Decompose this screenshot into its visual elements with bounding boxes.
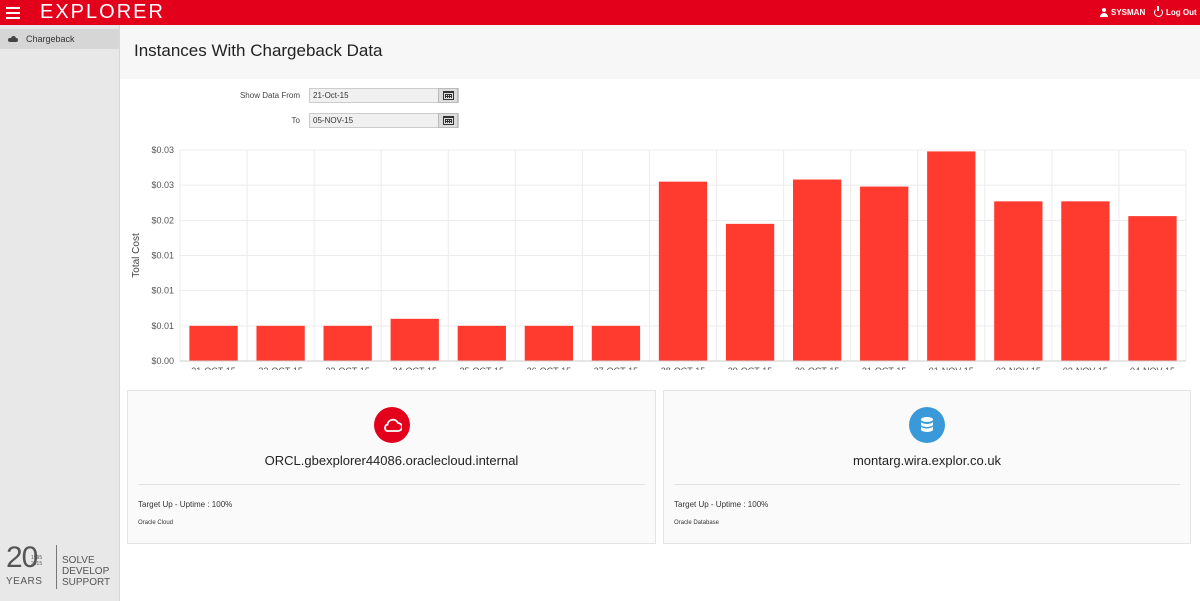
cloud-icon — [374, 407, 410, 443]
from-label: Show Data From — [239, 91, 300, 100]
y-axis-label: Total Cost — [131, 233, 142, 278]
page-title: Instances With Chargeback Data — [134, 41, 383, 60]
chart-bar — [1061, 201, 1110, 361]
x-tick-label: 03-NOV-15 — [1063, 366, 1108, 370]
calendar-icon — [442, 116, 454, 125]
to-calendar-button[interactable] — [438, 113, 458, 128]
y-tick-label: $0.01 — [151, 286, 174, 296]
twenty-years-logo: 20 1995 2015 YEARS SOLVE DEVELOP SUPPORT — [6, 543, 120, 591]
from-calendar-button[interactable] — [438, 88, 458, 103]
sidebar-item-chargeback[interactable]: Chargeback — [0, 29, 119, 49]
instance-card[interactable]: ORCL.gbexplorer44086.oraclecloud.interna… — [127, 390, 656, 544]
instance-title: montarg.wira.explor.co.uk — [852, 453, 1002, 468]
x-tick-label: 01-NOV-15 — [929, 366, 974, 370]
chargeback-bar-chart: $0.00 $0.01 $0.01 $0.01 $0.02 $0.03 $0.03 21-OC… — [131, 145, 1187, 370]
sidebar: Chargeback 20 1995 2015 YEARS SOLVE DEVE… — [0, 25, 120, 601]
user-name: SYSMAN — [1111, 8, 1146, 17]
x-tick-label: 21-OCT-15 — [191, 366, 236, 370]
menu-icon[interactable] — [6, 4, 20, 20]
user-icon — [1100, 8, 1108, 17]
divider — [674, 484, 1180, 485]
x-tick-label: 31-OCT-15 — [862, 366, 907, 370]
logout-button[interactable]: Log Out — [1154, 6, 1197, 17]
to-label: To — [291, 116, 300, 125]
chart-bar — [591, 325, 641, 361]
main-content: Instances With Chargeback Data Show Data… — [120, 25, 1200, 601]
x-tick-label: 29-OCT-15 — [728, 366, 773, 370]
chart-bar — [725, 223, 775, 361]
x-tick-label: 23-OCT-15 — [325, 366, 370, 370]
y-tick-label: $0.03 — [151, 180, 174, 190]
x-tick-label: 25-OCT-15 — [460, 366, 505, 370]
chart-bar — [994, 201, 1043, 361]
cloud-icon — [8, 36, 18, 42]
instance-card[interactable]: montarg.wira.explor.co.uk Target Up - Up… — [663, 390, 1191, 544]
from-date-input[interactable]: 21-Oct-15 — [309, 88, 459, 103]
chart-bar — [256, 325, 305, 361]
years-word: YEARS — [6, 576, 43, 587]
divider — [138, 484, 645, 485]
instance-status: Target Up - Uptime : 100% — [138, 500, 233, 509]
x-tick-label: 02-NOV-15 — [996, 366, 1041, 370]
user-menu[interactable]: SYSMAN — [1100, 8, 1145, 17]
x-tick-label: 26-OCT-15 — [527, 366, 572, 370]
x-tick-label: 22-OCT-15 — [258, 366, 303, 370]
logo-tagline: SOLVE DEVELOP SUPPORT — [62, 555, 111, 588]
chart-bar — [792, 179, 842, 361]
chart-bar — [658, 181, 708, 361]
x-tick-label: 28-OCT-15 — [661, 366, 706, 370]
instance-type: Oracle Cloud — [138, 520, 174, 526]
instance-status: Target Up - Uptime : 100% — [674, 500, 769, 509]
instance-type: Oracle Database — [674, 520, 720, 526]
instance-title: ORCL.gbexplorer44086.oraclecloud.interna… — [264, 453, 519, 468]
page-header: Instances With Chargeback Data — [120, 25, 1200, 79]
x-tick-label: 30-OCT-15 — [795, 366, 840, 370]
chart-bar — [390, 318, 439, 361]
chart-bar — [457, 325, 506, 361]
chart-bar — [189, 325, 238, 361]
years-range: 1995 2015 — [31, 555, 43, 567]
top-bar: EXPLORER SYSMAN Log Out — [0, 0, 1200, 25]
database-icon — [909, 407, 945, 443]
chart-bar — [323, 325, 372, 361]
x-tick-label: 04-NOV-15 — [1130, 366, 1175, 370]
logo-divider — [56, 545, 57, 589]
y-tick-label: $0.03 — [151, 145, 174, 155]
calendar-icon — [442, 91, 454, 100]
to-date-input[interactable]: 05-NOV-15 — [309, 113, 459, 128]
chart-bar — [1128, 216, 1177, 361]
y-tick-label: $0.02 — [151, 215, 174, 225]
logout-label: Log Out — [1166, 8, 1197, 17]
y-tick-label: $0.00 — [151, 356, 174, 366]
x-tick-label: 24-OCT-15 — [392, 366, 437, 370]
brand-logo[interactable]: EXPLORER — [40, 1, 165, 23]
chart-bar — [524, 325, 574, 361]
chart-bar — [860, 186, 909, 361]
x-tick-label: 27-OCT-15 — [594, 366, 639, 370]
y-tick-label: $0.01 — [151, 251, 174, 261]
sidebar-item-label: Chargeback — [26, 34, 75, 44]
power-icon — [1154, 6, 1163, 17]
y-tick-label: $0.01 — [151, 321, 174, 331]
chart-bar — [927, 151, 976, 361]
